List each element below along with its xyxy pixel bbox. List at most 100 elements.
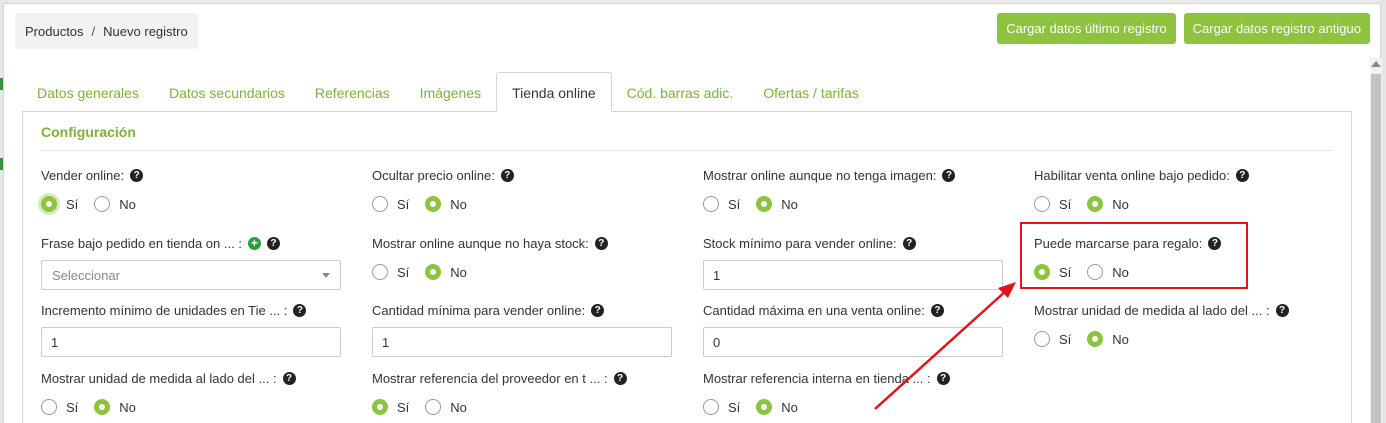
radio-label: No — [450, 399, 467, 415]
field-label: Mostrar unidad de medida al lado del ...… — [1034, 302, 1270, 318]
select-placeholder: Seleccionar — [52, 267, 120, 283]
radio-label: No — [119, 196, 136, 212]
radio-dot[interactable] — [94, 196, 111, 212]
help-icon[interactable]: ? — [1275, 303, 1289, 317]
radio-label: No — [1112, 331, 1129, 347]
radio-dot[interactable] — [41, 399, 57, 415]
radio-yes[interactable]: Sí — [1034, 196, 1071, 212]
radio-dot[interactable] — [1034, 331, 1050, 347]
radio-dot[interactable] — [94, 399, 111, 415]
radio-group: Sí No — [372, 263, 682, 281]
radio-dot[interactable] — [1087, 196, 1104, 212]
radio-yes[interactable]: Sí — [703, 196, 740, 212]
radio-label: No — [119, 399, 136, 415]
field-label: Vender online: — [41, 167, 125, 183]
field-label: Ocultar precio online: — [372, 167, 495, 183]
field-incremento-minimo: Incremento mínimo de unidades en Tie ...… — [41, 302, 351, 357]
radio-yes[interactable]: Sí — [372, 196, 409, 212]
radio-group: Sí No — [1034, 330, 1344, 348]
radio-no[interactable]: No — [425, 399, 467, 415]
incremento-minimo-input[interactable] — [41, 327, 341, 357]
radio-no[interactable]: No — [425, 196, 467, 212]
stock-minimo-input[interactable] — [703, 260, 1003, 290]
radio-dot[interactable] — [41, 196, 57, 212]
add-icon[interactable]: + — [247, 236, 261, 250]
breadcrumb-root[interactable]: Productos — [25, 24, 84, 39]
tab-datos-secundarios[interactable]: Datos secundarios — [154, 74, 300, 112]
field-venta-bajo-pedido: Habilitar venta online bajo pedido:? Sí … — [1034, 167, 1344, 213]
help-icon[interactable]: ? — [1235, 168, 1249, 182]
tab-cod-barras-adic[interactable]: Cód. barras adic. — [612, 74, 749, 112]
radio-label: Sí — [66, 399, 79, 415]
help-icon[interactable]: ? — [591, 303, 605, 317]
radio-yes[interactable]: Sí — [41, 196, 78, 212]
radio-label: Sí — [1059, 196, 1072, 212]
radio-dot[interactable] — [1034, 196, 1050, 212]
help-icon[interactable]: ? — [613, 371, 627, 385]
radio-yes[interactable]: Sí — [372, 264, 409, 280]
radio-yes[interactable]: Sí — [41, 399, 78, 415]
help-icon[interactable]: ? — [594, 236, 608, 250]
help-icon[interactable]: ? — [500, 168, 514, 182]
help-icon[interactable]: ? — [266, 236, 280, 250]
frase-select[interactable]: Seleccionar — [41, 260, 341, 290]
load-last-record-button[interactable]: Cargar datos último registro — [997, 13, 1176, 44]
help-icon[interactable]: ? — [282, 371, 296, 385]
tab-datos-generales[interactable]: Datos generales — [22, 74, 154, 112]
radio-label: Sí — [728, 399, 741, 415]
radio-group: Sí No — [372, 195, 682, 213]
radio-dot[interactable] — [756, 196, 773, 212]
load-old-record-button[interactable]: Cargar datos registro antiguo — [1183, 13, 1370, 44]
field-label: Cantidad mínima para vender online: — [372, 302, 586, 318]
help-icon[interactable]: ? — [930, 303, 944, 317]
cantidad-maxima-input[interactable] — [703, 327, 1003, 357]
field-label: Habilitar venta online bajo pedido: — [1034, 167, 1230, 183]
cantidad-minima-input[interactable] — [372, 327, 672, 357]
radio-dot[interactable] — [425, 399, 442, 415]
help-icon[interactable]: ? — [942, 168, 956, 182]
radio-no[interactable]: No — [94, 196, 136, 212]
field-label: Stock mínimo para vender online: — [703, 235, 897, 251]
tab-ofertas-tarifas[interactable]: Ofertas / tarifas — [748, 74, 874, 112]
radio-dot[interactable] — [425, 264, 442, 280]
help-icon[interactable]: ? — [293, 303, 307, 317]
field-ref-proveedor: Mostrar referencia del proveedor en t ..… — [372, 370, 682, 416]
radio-label: Sí — [66, 196, 79, 212]
radio-no[interactable]: No — [1087, 196, 1129, 212]
radio-no[interactable]: No — [1087, 331, 1129, 347]
radio-no[interactable]: No — [756, 399, 798, 415]
radio-dot[interactable] — [372, 399, 388, 415]
radio-dot[interactable] — [372, 264, 388, 280]
radio-group: Sí No — [41, 398, 351, 416]
radio-label: Sí — [728, 196, 741, 212]
radio-dot[interactable] — [425, 196, 442, 212]
radio-group: Sí No — [372, 398, 682, 416]
scrollbar-thumb[interactable] — [1371, 74, 1381, 423]
radio-dot[interactable] — [703, 399, 719, 415]
tab-tienda-online[interactable]: Tienda online — [496, 72, 612, 112]
radio-dot[interactable] — [1087, 331, 1104, 347]
scroll-up-icon[interactable] — [1371, 61, 1381, 67]
radio-dot[interactable] — [756, 399, 773, 415]
help-icon[interactable]: ? — [902, 236, 916, 250]
radio-no[interactable]: No — [756, 196, 798, 212]
modal-dialog: Productos / Nuevo registro Cargar datos … — [3, 3, 1382, 423]
chevron-down-icon — [322, 272, 330, 278]
breadcrumb-separator: / — [91, 23, 96, 39]
section-divider — [41, 150, 1333, 151]
radio-yes[interactable]: Sí — [703, 399, 740, 415]
radio-dot[interactable] — [703, 196, 719, 212]
help-icon[interactable]: ? — [130, 168, 144, 182]
tab-referencias[interactable]: Referencias — [300, 74, 405, 112]
help-icon[interactable]: ? — [936, 371, 950, 385]
radio-label: Sí — [1059, 331, 1072, 347]
radio-no[interactable]: No — [425, 264, 467, 280]
field-label: Mostrar online aunque no haya stock: — [372, 235, 589, 251]
field-unidad-medida-1: Mostrar unidad de medida al lado del ...… — [1034, 302, 1344, 348]
radio-yes[interactable]: Sí — [1034, 331, 1071, 347]
tab-imagenes[interactable]: Imágenes — [405, 74, 496, 112]
radio-no[interactable]: No — [94, 399, 136, 415]
radio-yes[interactable]: Sí — [372, 399, 409, 415]
radio-dot[interactable] — [372, 196, 388, 212]
field-mostrar-sin-imagen: Mostrar online aunque no tenga imagen:? … — [703, 167, 1013, 213]
